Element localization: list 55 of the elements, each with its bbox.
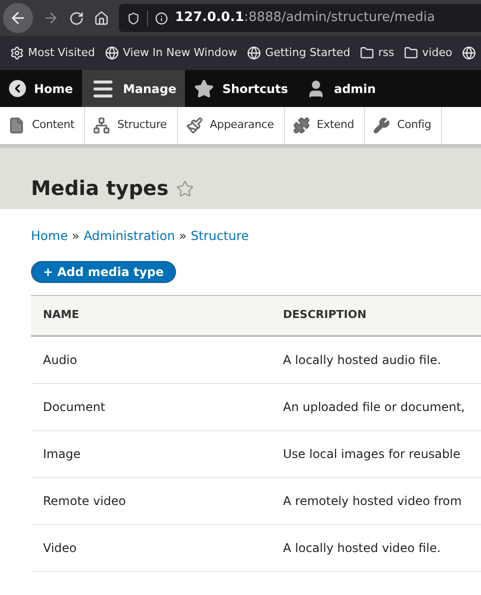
tray-link[interactable]: Config xyxy=(365,107,442,144)
tray-link[interactable]: Extend xyxy=(284,107,366,144)
toolbar-tab[interactable]: Home xyxy=(0,70,82,107)
breadcrumb-separator: » xyxy=(72,227,80,245)
tray-link[interactable]: Appearance xyxy=(178,107,285,144)
breadcrumb-link[interactable]: Home xyxy=(31,227,68,246)
breadcrumb-link[interactable]: Structure xyxy=(190,227,249,246)
breadcrumb-link[interactable]: Administration xyxy=(84,227,176,246)
column-header: NAME xyxy=(42,307,80,323)
bookmark-link[interactable]: Most Visited xyxy=(28,44,95,62)
globe-icon xyxy=(247,46,262,60)
home-icon[interactable] xyxy=(94,10,109,26)
folder-icon xyxy=(404,46,418,60)
info-icon xyxy=(155,12,168,24)
toolbar-tab[interactable]: Manage xyxy=(82,70,186,107)
table-cell-text: Video xyxy=(42,540,78,557)
address-bar[interactable]: 127.0.0.1:8888/admin/structure/media xyxy=(119,4,481,32)
puzzle-icon xyxy=(292,117,310,134)
table-cell-text: Document xyxy=(42,398,106,416)
table-cell-text: Use local images for reusable xyxy=(283,446,460,463)
url-text: 127.0.0.1:8888/admin/structure/media xyxy=(175,9,435,28)
column-header: DESCRIPTION xyxy=(283,307,366,323)
shield-icon xyxy=(127,12,140,24)
paintbrush-icon xyxy=(186,117,203,134)
table-cell-text: A locally hosted audio file. xyxy=(283,352,442,369)
forward-icon[interactable] xyxy=(43,10,59,26)
back-icon xyxy=(9,80,26,97)
globe-icon xyxy=(104,46,119,60)
table-cell-text: Image xyxy=(42,446,82,463)
folder-icon xyxy=(360,46,374,60)
tray-link[interactable]: Content xyxy=(0,107,86,144)
tray-link[interactable]: Structure xyxy=(85,107,178,144)
add-media-type-button[interactable]: + Add media type xyxy=(31,260,176,283)
page-title: Media types xyxy=(31,175,168,202)
star-icon xyxy=(194,78,214,98)
table-cell-text: A locally hosted video file. xyxy=(283,540,441,557)
toolbar-tab[interactable]: admin xyxy=(296,70,385,107)
back-button[interactable] xyxy=(3,3,33,33)
breadcrumb-separator: » xyxy=(179,227,187,245)
globe-icon xyxy=(462,46,476,60)
table-cell-text: Remote video xyxy=(42,492,127,510)
bookmark-link[interactable]: Getting Started xyxy=(265,44,350,62)
star-icon[interactable] xyxy=(176,180,194,198)
reload-icon[interactable] xyxy=(69,10,84,26)
bookmark-link[interactable]: View In New Window xyxy=(122,44,238,62)
table-cell-text: Audio xyxy=(42,352,78,369)
gear-icon xyxy=(10,46,24,60)
bookmark-link[interactable]: video xyxy=(422,44,452,62)
table-cell-text: An uploaded file or document, xyxy=(283,398,465,416)
file-icon xyxy=(8,117,25,134)
toolbar-tab[interactable]: Shortcuts xyxy=(185,70,297,107)
bookmark-link[interactable]: rss xyxy=(378,44,394,62)
table-cell-text: A remotely hosted video from xyxy=(283,492,462,510)
wrench-icon xyxy=(373,117,390,134)
sitemap-icon xyxy=(93,117,110,134)
